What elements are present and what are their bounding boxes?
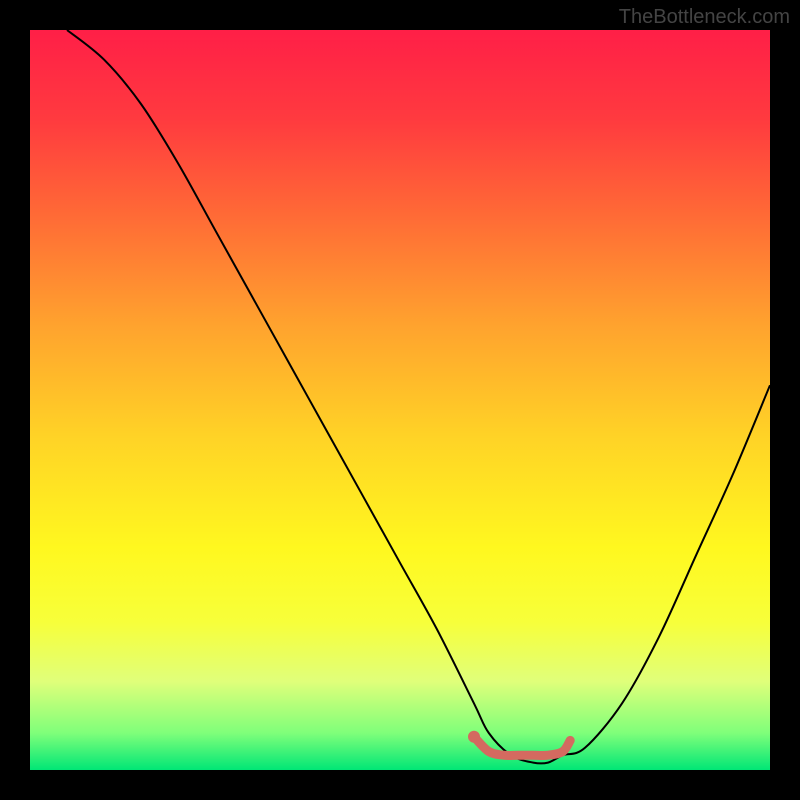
marker-curve — [474, 737, 570, 756]
watermark-text: TheBottleneck.com — [619, 6, 790, 29]
marker-start-dot — [468, 731, 480, 743]
chart-container: TheBottleneck.com — [0, 0, 800, 800]
chart-svg — [30, 30, 770, 770]
main-curve — [67, 30, 770, 764]
